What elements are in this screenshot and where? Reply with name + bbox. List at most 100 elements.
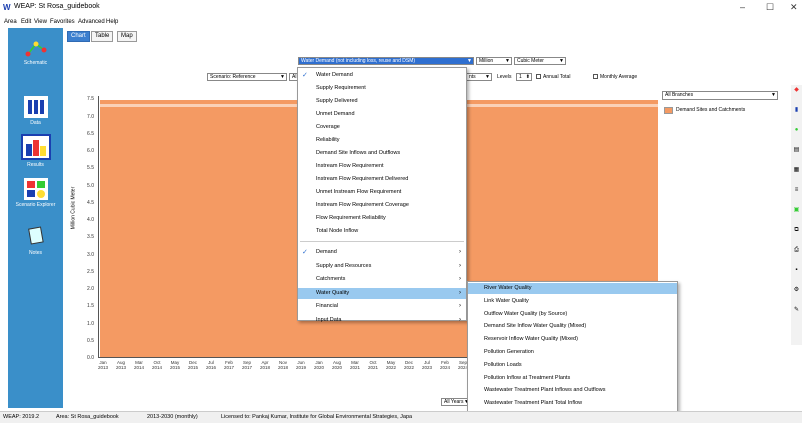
variable-submenu-item[interactable]: ✓ Demand › [298,247,466,258]
water-quality-menu-item-label: Reservoir Inflow Water Quality (Mixed) [484,336,578,343]
variable-submenu-item[interactable]: Water Quality › [298,287,466,299]
variable-menu-item[interactable]: Coverage [298,122,466,133]
variable-submenu-item[interactable]: Financial › [298,301,466,312]
menu-edit[interactable]: Edit [21,19,31,25]
tab-chart[interactable]: Chart [67,31,90,42]
variable-menu-item[interactable]: Total Node Inflow [298,226,466,237]
variable-menu-item[interactable]: Unmet Demand [298,109,466,120]
x-tick-year: 2020 [313,365,324,370]
variable-menu-item[interactable]: Demand Site Inflows and Outflows [298,148,466,159]
pie-chart-icon[interactable]: ● [792,127,801,134]
menu-view[interactable]: View [34,19,47,25]
bar-chart-icon[interactable]: ▮ [792,107,801,114]
variable-menu-item[interactable]: ✓ Water Demand [298,70,466,81]
water-quality-menu-item[interactable]: Demand Site Inflow Water Quality (Mixed) [468,321,677,332]
water-quality-menu-item[interactable]: Outflow Water Quality (by Source) [468,309,677,320]
copy-icon[interactable]: ⧉ [792,227,801,234]
variable-select[interactable]: Water Demand (not including loss, reuse … [298,57,474,65]
tab-map[interactable]: Map [117,31,137,42]
print-icon[interactable]: ⎙ [792,247,801,254]
menu-area[interactable]: Area [4,19,17,25]
weap-logo-icon: W [3,3,11,12]
sidebar-item-data[interactable]: Data [8,96,63,126]
sidebar-item-scenario-explorer[interactable]: Scenario Explorer [8,178,63,208]
variable-menu-item-label: Total Node Inflow [316,228,359,234]
menu-help[interactable]: Help [106,19,118,25]
sidebar-item-notes[interactable]: Notes [8,226,63,256]
variable-menu-item-label: Coverage [316,124,340,130]
monthly-average-checkbox[interactable]: Monthly Average [593,74,637,80]
minimize-button[interactable]: – [740,2,745,12]
scenario-select[interactable]: Scenario: Reference ▼ [207,73,287,81]
variable-submenu-item[interactable]: Supply and Resources › [298,261,466,272]
chart-type-icon[interactable]: ◆ [792,87,801,94]
menu-favorites[interactable]: Favorites [50,19,75,25]
x-tick-label: May 2015 [166,360,184,370]
water-quality-menu-item[interactable]: Pollution Loads [468,360,677,371]
points-select[interactable]: nts ▼ [466,73,492,81]
scale-select[interactable]: Million ▼ [476,57,512,65]
tab-table[interactable]: Table [91,31,114,42]
variable-submenu-item-label: Water Quality [316,289,350,296]
x-tick-year: 2013 [97,365,108,370]
unit-select[interactable]: Cubic Meter ▼ [514,57,566,65]
water-quality-menu-item[interactable]: Reservoir Inflow Water Quality (Mixed) [468,334,677,345]
variable-menu-item[interactable]: Flow Requirement Reliability [298,213,466,224]
y-tick-label: 0.0 [87,355,94,361]
check-icon: ✓ [302,72,308,79]
x-tick-year: 2014 [133,365,144,370]
water-quality-menu-item[interactable]: Wastewater Treatment Plant Total Inflow [468,398,677,409]
levels-spinner[interactable]: 1 ⬍ [516,73,532,81]
title-bar: W WEAP: St Rosa_guidebook – ☐ ✕ [0,0,802,18]
water-quality-menu-item[interactable]: Pollution Inflow at Treatment Plants [468,373,677,384]
close-button[interactable]: ✕ [790,2,798,13]
water-quality-menu-item[interactable]: Link Water Quality [468,296,677,307]
variable-menu-item[interactable]: Reliability [298,135,466,146]
variable-menu-item[interactable]: Instream Flow Requirement Coverage [298,200,466,211]
variable-menu-item[interactable]: Unmet Instream Flow Requirement [298,187,466,198]
view-sidebar: Schematic Data Results Scenario Explorer… [8,28,63,408]
water-quality-menu-item-label: Pollution Inflow at Treatment Plants [484,374,571,381]
x-tick-label: Nov 2018 [274,360,292,370]
variable-menu: ✓ Water Demand Supply Requirement Supply De… [297,67,467,323]
variable-menu-item[interactable]: Supply Requirement [298,83,466,94]
sidebar-item-schematic[interactable]: Schematic [8,36,63,66]
water-quality-menu-item[interactable]: Wastewater Treatment Plant Inflows and O… [468,385,677,396]
variable-submenu-item[interactable]: Catchments › [298,274,466,285]
x-tick-label: Apr 2018 [256,360,274,370]
table-icon[interactable]: ▤ [792,147,801,154]
chevron-right-icon: › [459,316,461,323]
x-tick-label: May 2022 [382,360,400,370]
save-icon[interactable]: ▪ [792,267,801,274]
chevron-down-icon: ▼ [505,58,510,64]
legend-icon[interactable]: ≡ [792,187,801,194]
variable-select-value: Water Demand (not including loss, reuse … [301,58,416,64]
x-tick-label: Dec 2022 [400,360,418,370]
x-tick-year: 2017 [241,365,252,370]
variable-menu-item[interactable]: Instream Flow Requirement Delivered [298,174,466,185]
checkbox-icon [593,74,598,80]
tools-icon[interactable]: ✎ [792,307,801,314]
annual-total-checkbox[interactable]: Annual Total [536,74,570,80]
water-quality-menu-item[interactable]: River Water Quality [468,283,677,294]
maximize-button[interactable]: ☐ [766,2,774,13]
y-tick-label: 2.5 [87,268,94,275]
monthly-average-label: Monthly Average [600,74,638,80]
water-quality-menu-item[interactable]: Pollution Generation [468,347,677,358]
variable-submenu-item-label: Demand [316,249,337,255]
variable-submenu-item[interactable]: Input Data › [298,315,466,326]
export-excel-icon[interactable]: ▣ [792,207,801,214]
variable-menu-item[interactable]: Supply Delivered [298,96,466,107]
results-icon [20,134,51,160]
menu-advanced[interactable]: Advanced [78,19,105,25]
sidebar-item-results[interactable]: Results [8,134,63,168]
x-tick-year: 2019 [295,365,306,370]
x-tick-year: 2016 [205,365,216,370]
y-tick-label: 6.5 [87,130,94,137]
settings-icon[interactable]: ⚙ [792,287,801,294]
branch-filter-select[interactable]: All Branches ▼ [662,91,778,100]
status-area: Area: St Rosa_guidebook [56,414,119,420]
grid-icon[interactable]: ▦ [792,167,801,174]
variable-menu-item[interactable]: Instream Flow Requirement [298,161,466,172]
x-tick-year: 2014 [151,365,162,370]
